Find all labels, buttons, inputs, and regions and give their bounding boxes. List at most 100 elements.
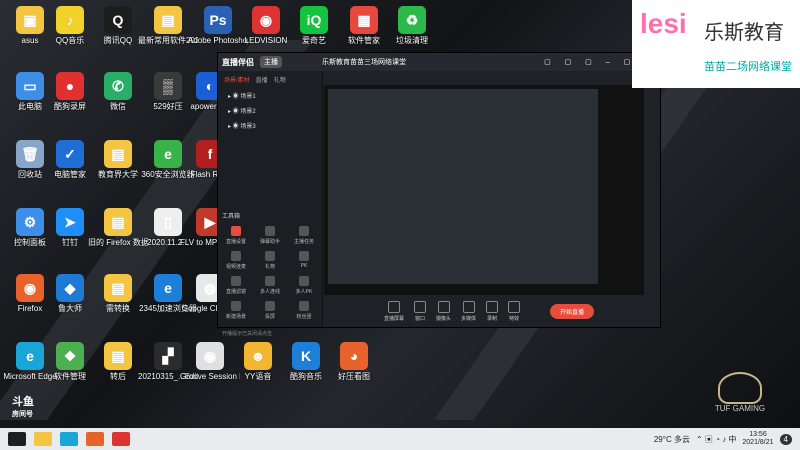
wps-taskbar-icon[interactable] <box>112 432 130 446</box>
source-label: 录制 <box>487 315 498 322</box>
desktop-icon[interactable]: ◕ 好压看图 <box>324 342 384 381</box>
desktop-icon-glyph: ♪ <box>56 6 84 34</box>
source-button[interactable]: 录制 <box>486 300 499 322</box>
clock[interactable]: 13:56 2021/8/21 <box>742 431 773 447</box>
desktop-icon-glyph: ✓ <box>56 140 84 168</box>
tool-label: 视频连麦 <box>225 264 246 270</box>
source-icon <box>388 300 400 313</box>
source-label: 摄像头 <box>436 315 452 322</box>
edge-taskbar-icon[interactable] <box>60 432 78 446</box>
scene-item[interactable]: ▸ ◉ 场景2 <box>218 103 322 118</box>
tool-label: PK <box>300 263 308 269</box>
app-taskbar-icon[interactable] <box>86 432 104 446</box>
tool-button[interactable]: 多人PK <box>290 276 318 295</box>
app-left-panel: 场景/素材 直播 礼物 ▸ ◉ 场景1 ▸ ◉ 场景2 ▸ ◉ 场景3 工具箱 … <box>218 71 323 337</box>
weather[interactable]: 29°C 多云 <box>654 434 690 445</box>
watermark-name: 乐斯教育 <box>704 22 784 44</box>
source-icon <box>508 300 521 313</box>
watermark-letters: lesi <box>640 8 687 39</box>
watermark-subtitle: 苗苗二场网络课堂 <box>704 61 792 73</box>
desktop-icon-glyph: Ps <box>204 6 232 34</box>
source-label: 特效 <box>509 315 520 322</box>
desktop-icon-glyph: ▤ <box>104 342 132 370</box>
desktop-icon-glyph: iQ <box>300 6 328 34</box>
stream-title[interactable]: 乐斯教育苗苗三场网络课堂 <box>322 57 406 67</box>
tool-label: 多人PK <box>295 289 313 295</box>
desktop-icon-glyph: ▯ <box>154 208 182 236</box>
tool-label: 多人连线 <box>259 289 280 295</box>
desktop-icon-label: 好压看图 <box>338 372 370 381</box>
tool-button[interactable]: 直播滤镜 <box>222 276 250 295</box>
tab-scenes[interactable]: 场景/素材 <box>224 75 250 84</box>
tool-icon <box>299 251 309 261</box>
desktop-icon[interactable]: ♻ 垃圾清理 <box>382 6 442 45</box>
desktop-icon-glyph: ◆ <box>56 274 84 302</box>
tool-icon <box>265 301 275 311</box>
douyu-watermark: 斗鱼 房间号 <box>12 393 34 419</box>
desktop-icon-label: 垃圾清理 <box>396 36 428 45</box>
source-button[interactable]: 直播屏幕 <box>384 300 404 322</box>
tool-icon <box>299 276 309 286</box>
tool-label: 直播设置 <box>225 239 246 245</box>
app-title: 直播伴侣 <box>222 57 254 67</box>
tool-label: 礼物 <box>264 264 275 270</box>
tool-button[interactable]: 礼物 <box>256 251 284 270</box>
tool-button[interactable]: PK <box>290 251 318 270</box>
clock-time: 13:56 <box>749 431 767 438</box>
tuf-logo: TUF GAMING <box>700 372 780 413</box>
footer-note: 开播提示已关闭请点击 <box>222 331 273 337</box>
tool-button[interactable]: 粉丝团 <box>290 301 318 320</box>
desktop-icon-glyph: ▤ <box>104 140 132 168</box>
desktop-icon-glyph: ▤ <box>104 208 132 236</box>
tool-button[interactable]: 多人连线 <box>256 276 284 295</box>
desktop-icon-glyph: ◕ <box>340 342 368 370</box>
tray-icons[interactable]: ⌃ ▣ ◔ ♪ 中 <box>696 434 736 445</box>
tool-icon <box>231 276 241 286</box>
desktop-icon-glyph: ♻ <box>398 6 426 34</box>
tool-icon <box>265 226 275 236</box>
tool-icon <box>231 301 241 311</box>
file-explorer-icon[interactable] <box>34 432 52 446</box>
stream-preview[interactable] <box>324 85 644 295</box>
douyu-logo: 斗鱼 <box>12 396 34 408</box>
notification-icon[interactable]: 4 <box>779 433 792 445</box>
tool-button[interactable]: 主播任务 <box>290 226 318 245</box>
scene-item[interactable]: ▸ ◉ 场景3 <box>218 118 322 133</box>
app-titlebar[interactable]: 直播伴侣 主播 乐斯教育苗苗三场网络课堂 ▢ ▢ ▢ – ▢ ✕ <box>218 53 660 71</box>
preview-desktop-capture <box>328 89 598 284</box>
tool-button[interactable]: 视频连麦 <box>222 251 250 270</box>
source-button[interactable]: 摄像头 <box>436 300 452 322</box>
source-label: 多媒体 <box>461 315 477 322</box>
scene-item[interactable]: ▸ ◉ 场景1 <box>218 88 322 103</box>
tab-live[interactable]: 直播 <box>256 75 268 84</box>
tool-label: 主播任务 <box>293 239 314 245</box>
system-tray: 29°C 多云 ⌃ ▣ ◔ ♪ 中 13:56 2021/8/21 4 <box>654 428 792 450</box>
tool-button[interactable]: 投屏 <box>256 301 284 320</box>
tab-gifts[interactable]: 礼物 <box>274 75 286 84</box>
source-button[interactable]: 窗口 <box>414 300 427 322</box>
tool-button[interactable]: 新建场景 <box>222 301 250 320</box>
desktop-icon-glyph: ▤ <box>104 274 132 302</box>
tool-label: 粉丝团 <box>296 314 312 320</box>
tuf-brand: TUF GAMING <box>714 404 766 413</box>
source-icon <box>414 300 427 313</box>
toolbox: 工具箱 直播设置 弹幕助手 主播任务 视频连麦 礼物 PK 直播滤镜 多人连线 多人PK 新建场景… <box>222 211 318 337</box>
desktop-icon-glyph: ❖ <box>56 342 84 370</box>
source-button[interactable]: 特效 <box>508 300 521 322</box>
desktop-icon-glyph: Q <box>104 6 132 34</box>
tool-button[interactable]: 直播设置 <box>222 226 250 245</box>
source-label: 窗口 <box>415 315 426 322</box>
scene-label: 场景2 <box>240 109 256 115</box>
taskbar: 29°C 多云 ⌃ ▣ ◔ ♪ 中 13:56 2021/8/21 4 <box>0 428 800 450</box>
source-icon <box>486 300 499 313</box>
start-live-button[interactable]: 开始直播 <box>550 303 595 319</box>
live-streaming-app-window[interactable]: 直播伴侣 主播 乐斯教育苗苗三场网络课堂 ▢ ▢ ▢ – ▢ ✕ 场景/素材 直… <box>217 52 661 337</box>
desktop-icon-glyph: K <box>292 342 320 370</box>
source-button[interactable]: 多媒体 <box>461 300 477 322</box>
role-badge: 主播 <box>260 56 282 68</box>
douyu-room: 房间号 <box>12 411 33 418</box>
source-icon <box>462 300 475 313</box>
tool-button[interactable]: 弹幕助手 <box>256 226 284 245</box>
task-view-icon[interactable] <box>8 432 26 446</box>
tool-icon <box>299 301 309 311</box>
